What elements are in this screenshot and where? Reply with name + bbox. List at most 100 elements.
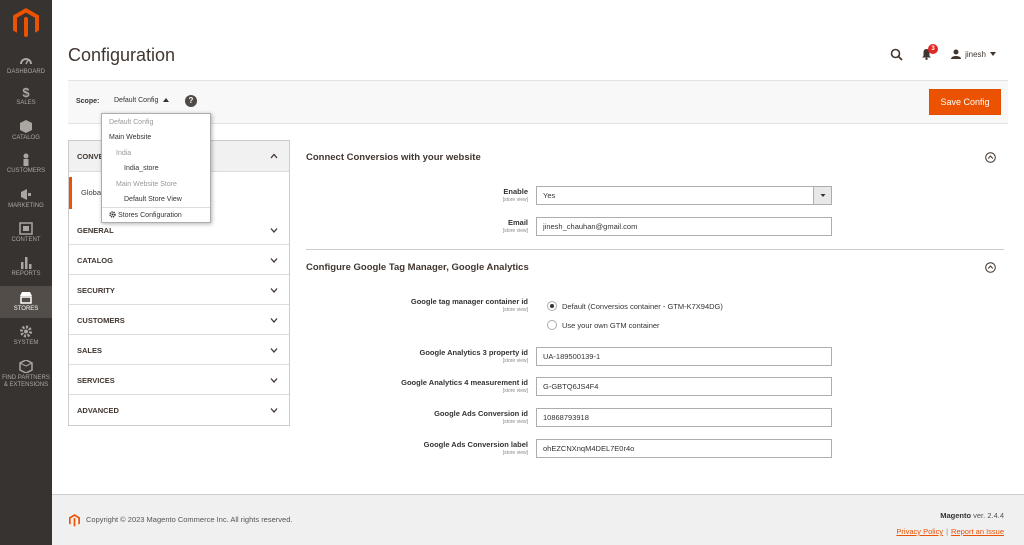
gtm-default-label: Default (Conversios container - GTM-K7X9…: [562, 302, 723, 311]
dollar-icon: $: [22, 85, 30, 98]
enable-select[interactable]: Yes: [536, 186, 832, 205]
nav-marketing[interactable]: MARKETING: [0, 188, 52, 210]
scope-note: [store view]: [502, 228, 528, 234]
scope-dropdown: Default Config Main Website India India_…: [101, 113, 211, 223]
search-icon[interactable]: [890, 48, 903, 61]
section-title-connect[interactable]: Connect Conversios with your website: [306, 152, 481, 163]
magento-logo-icon[interactable]: [13, 8, 39, 38]
nav-dashboard[interactable]: DASHBOARD: [0, 54, 52, 75]
user-name: jinesh: [965, 49, 986, 59]
user-icon: [951, 49, 962, 59]
scope-switcher[interactable]: Default Config: [114, 97, 170, 104]
help-icon[interactable]: ?: [185, 95, 197, 107]
page-title: Configuration: [68, 45, 176, 65]
ga4-label: Google Analytics 4 measurement id: [401, 378, 528, 387]
gtm-own-label: Use your own GTM container: [562, 321, 660, 330]
section-title-gtm[interactable]: Configure Google Tag Manager, Google Ana…: [306, 262, 529, 273]
ga3-label: Google Analytics 3 property id: [419, 348, 529, 357]
chevron-down-icon: [270, 318, 278, 323]
chevron-down-icon: [270, 348, 278, 353]
svg-text:$: $: [22, 85, 30, 98]
save-config-button[interactable]: Save Config: [929, 89, 1001, 115]
chevron-down-icon: [270, 378, 278, 383]
magento-logo-icon: [69, 514, 80, 527]
notifications-button[interactable]: 3: [921, 43, 939, 61]
ga3-label-group: Google Analytics 3 property id [store vi…: [306, 347, 529, 369]
scope-note: [store view]: [502, 358, 528, 364]
nav-sales[interactable]: $ SALES: [0, 85, 52, 107]
select-arrow: [813, 187, 831, 204]
email-label-group: Email [store view]: [306, 217, 528, 239]
scope-option-india-store[interactable]: India_store: [102, 161, 210, 176]
caret-down-icon: [820, 194, 826, 197]
nav-find-partners[interactable]: FIND PARTNERS & EXTENSIONS: [0, 360, 52, 389]
gear-icon: [20, 325, 32, 338]
chevron-up-icon: [270, 153, 278, 159]
ads-label-label-group: Google Ads Conversion label [store view]: [306, 439, 528, 461]
scope-note: [store view]: [502, 419, 528, 425]
enable-label: Enable: [503, 187, 528, 196]
notification-count-badge: 3: [928, 43, 939, 54]
gear-icon: [109, 211, 116, 218]
megaphone-icon: [21, 189, 31, 200]
enable-label-group: Enable [store view]: [306, 186, 528, 208]
chevron-down-icon: [270, 288, 278, 293]
scope-option-default-store-view[interactable]: Default Store View: [102, 192, 210, 207]
tab-advanced[interactable]: ADVANCED: [69, 395, 289, 425]
person-icon: [23, 153, 29, 166]
section-divider: [306, 249, 1004, 250]
copyright-text: Copyright © 2023 Magento Commerce Inc. A…: [86, 515, 293, 524]
privacy-policy-link[interactable]: Privacy Policy: [896, 527, 943, 536]
gtm-default-radio[interactable]: [547, 301, 557, 311]
scope-option-main-website-store: Main Website Store: [116, 181, 177, 188]
tab-customers[interactable]: CUSTOMERS: [69, 305, 289, 335]
ga4-measurement-input[interactable]: G-GBTQ6JS4F4: [536, 377, 832, 396]
nav-stores[interactable]: STORES: [0, 286, 52, 318]
store-icon: [20, 292, 32, 304]
dashboard-icon: [20, 58, 32, 65]
cube-icon: [20, 120, 32, 133]
nav-catalog[interactable]: CATALOG: [0, 120, 52, 142]
scope-option-default-config: Default Config: [109, 119, 154, 126]
box-icon: [19, 360, 33, 373]
ads-conversion-label-label: Google Ads Conversion label: [423, 440, 528, 449]
admin-sidebar: DASHBOARD $ SALES CATALOG CUSTOMERS MARK…: [0, 0, 52, 545]
report-issue-link[interactable]: Report an Issue: [951, 527, 1004, 536]
stores-configuration-link[interactable]: Stores Configuration: [102, 207, 210, 222]
header-actions: 3 jinesh: [890, 43, 996, 63]
nav-customers[interactable]: CUSTOMERS: [0, 153, 52, 175]
email-field[interactable]: jinesh_chauhan@gmail.com: [536, 217, 832, 236]
collapse-section-icon[interactable]: [985, 262, 996, 273]
ga4-label-group: Google Analytics 4 measurement id [store…: [306, 377, 528, 399]
ads-id-label-group: Google Ads Conversion id [store view]: [306, 408, 528, 430]
scope-label: Scope:: [76, 98, 100, 105]
scope-note: [store view]: [502, 307, 528, 313]
ga3-property-input[interactable]: UA-189500139-1: [536, 347, 832, 366]
main-content: Configuration 3 jinesh Scope: Default Co…: [52, 0, 1024, 545]
gtm-own-radio[interactable]: [547, 320, 557, 330]
ads-conversion-id-label: Google Ads Conversion id: [434, 409, 528, 418]
nav-reports[interactable]: REPORTS: [0, 256, 52, 278]
nav-system[interactable]: SYSTEM: [0, 325, 52, 347]
scope-option-india: India: [116, 150, 132, 157]
scope-note: [store view]: [502, 450, 528, 456]
tab-catalog[interactable]: CATALOG: [69, 245, 289, 275]
user-menu[interactable]: jinesh: [951, 49, 996, 59]
scope-note: [store view]: [502, 388, 528, 394]
ads-conversion-label-input[interactable]: ohEZCNXnqM4DEL7E0r4o: [536, 439, 832, 458]
nav-content[interactable]: CONTENT: [0, 222, 52, 244]
chevron-down-icon: [270, 408, 278, 413]
page-footer: Copyright © 2023 Magento Commerce Inc. A…: [52, 494, 1024, 545]
collapse-section-icon[interactable]: [985, 152, 996, 163]
caret-down-icon: [990, 52, 996, 56]
bar-chart-icon: [21, 257, 32, 269]
tab-security[interactable]: SECURITY: [69, 275, 289, 305]
tab-services[interactable]: SERVICES: [69, 365, 289, 395]
gtm-label-group: Google tag manager container id [store v…: [306, 296, 528, 318]
tab-sales[interactable]: SALES: [69, 335, 289, 365]
gtm-container-label: Google tag manager container id: [410, 297, 528, 306]
scope-option-main-website[interactable]: Main Website: [102, 130, 210, 145]
ads-conversion-id-input[interactable]: 10868793918: [536, 408, 832, 427]
caret-up-icon: [163, 98, 170, 102]
scope-note: [store view]: [502, 197, 528, 203]
